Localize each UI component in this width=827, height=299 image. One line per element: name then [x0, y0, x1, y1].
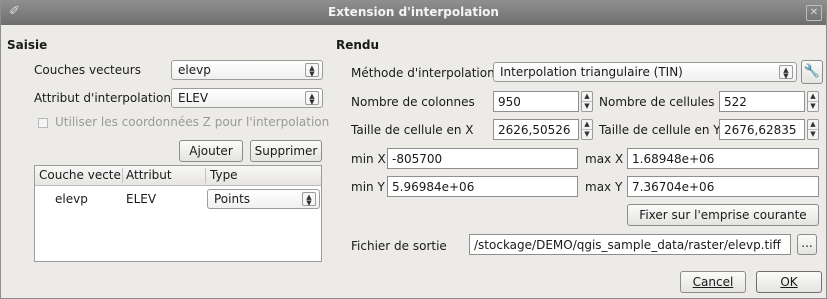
nombre-colonnes-label: Nombre de colonnes: [351, 95, 475, 109]
taille-cellule-x-spinner[interactable]: ▲ ▼: [581, 119, 593, 140]
saisie-section-title: Saisie: [7, 38, 48, 52]
row-type-combo[interactable]: Points ▲ ▼: [207, 189, 320, 209]
taille-cellule-x-label: Taille de cellule en X: [351, 123, 474, 137]
min-x-label: min X: [351, 152, 386, 166]
min-y-label: min Y: [351, 180, 385, 194]
column-header-couche[interactable]: Couche vecte: [39, 168, 121, 182]
attribut-interpolation-label: Attribut d'interpolation: [34, 91, 171, 105]
min-x-value: -805700: [392, 152, 443, 166]
max-y-label: max Y: [585, 180, 623, 194]
max-x-field[interactable]: 1.68948e+06: [627, 148, 819, 169]
fichier-sortie-field[interactable]: /stockage/DEMO/qgis_sample_data/raster/e…: [469, 234, 791, 255]
max-y-field[interactable]: 7.36704e+06: [627, 176, 819, 197]
cancel-button[interactable]: Cancel: [680, 271, 746, 293]
min-x-field[interactable]: -805700: [387, 148, 578, 169]
title-bar: ✐ Extension d'interpolation ✕: [1, 1, 826, 25]
combo-arrows-icon: ▲ ▼: [302, 192, 316, 207]
ok-button-label: OK: [780, 275, 798, 289]
methode-interpolation-label: Méthode d'interpolation: [351, 66, 495, 80]
max-x-label: max X: [585, 152, 624, 166]
fixer-emprise-button[interactable]: Fixer sur l'emprise courante: [627, 204, 819, 226]
table-header: Couche vecte Attribut Type: [35, 166, 321, 186]
nombre-cellules-field[interactable]: 522: [719, 91, 805, 112]
ok-button[interactable]: OK: [756, 271, 822, 293]
combo-arrows-icon: ▲ ▼: [779, 65, 793, 80]
couches-vecteurs-value: elevp: [178, 63, 211, 77]
row-couche-cell: elevp: [55, 192, 88, 206]
use-z-checkbox[interactable]: [38, 118, 48, 128]
nombre-colonnes-spinner[interactable]: ▲ ▼: [581, 91, 593, 112]
taille-cellule-x-field[interactable]: 2626,50526: [493, 119, 579, 140]
taille-cellule-y-field[interactable]: 2676,62835: [719, 119, 805, 140]
fichier-sortie-value: /stockage/DEMO/qgis_sample_data/raster/e…: [474, 238, 781, 252]
nombre-cellules-label: Nombre de cellules: [599, 95, 715, 109]
combo-arrows-icon: ▲ ▼: [305, 63, 319, 78]
methode-interpolation-combo[interactable]: Interpolation triangulaire (TIN) ▲ ▼: [493, 62, 797, 82]
attribut-interpolation-value: ELEV: [178, 91, 209, 105]
couches-vecteurs-combo[interactable]: elevp ▲ ▼: [171, 60, 323, 80]
table-row[interactable]: elevp ELEV Points ▲ ▼: [35, 188, 321, 212]
use-z-label: Utiliser les coordonnées Z pour l'interp…: [55, 115, 330, 129]
min-y-value: 5.96984e+06: [392, 180, 475, 194]
ajouter-button[interactable]: Ajouter: [179, 140, 243, 162]
taille-cellule-y-label: Taille de cellule en Y: [599, 123, 721, 137]
taille-cellule-y-spinner[interactable]: ▲ ▼: [807, 119, 819, 140]
attribut-interpolation-combo[interactable]: ELEV ▲ ▼: [171, 88, 323, 108]
interpolation-dialog: ✐ Extension d'interpolation ✕ Saisie Cou…: [0, 0, 827, 299]
nombre-cellules-spinner[interactable]: ▲ ▼: [807, 91, 819, 112]
combo-arrows-icon: ▲ ▼: [305, 91, 319, 106]
nombre-cellules-value: 522: [724, 95, 747, 109]
rendu-section-title: Rendu: [336, 38, 380, 52]
max-x-value: 1.68948e+06: [632, 152, 715, 166]
browse-button[interactable]: ...: [797, 234, 817, 255]
row-type-value: Points: [214, 192, 251, 206]
window-title: Extension d'interpolation: [328, 5, 499, 19]
column-separator: [205, 168, 206, 183]
close-icon[interactable]: ✕: [806, 5, 822, 21]
supprimer-button[interactable]: Supprimer: [250, 140, 322, 162]
couches-vecteurs-label: Couches vecteurs: [34, 63, 141, 77]
cancel-button-label: Cancel: [692, 275, 734, 289]
column-header-attribut[interactable]: Attribut: [126, 168, 172, 182]
layers-table[interactable]: Couche vecte Attribut Type elevp ELEV Po…: [34, 165, 322, 262]
min-y-field[interactable]: 5.96984e+06: [387, 176, 578, 197]
taille-cellule-x-value: 2626,50526: [498, 123, 571, 137]
fichier-sortie-label: Fichier de sortie: [351, 239, 447, 253]
row-attribut-cell: ELEV: [126, 192, 157, 206]
nombre-colonnes-value: 950: [498, 95, 521, 109]
taille-cellule-y-value: 2676,62835: [724, 123, 797, 137]
max-y-value: 7.36704e+06: [632, 180, 715, 194]
column-separator: [122, 168, 123, 183]
column-header-type[interactable]: Type: [210, 168, 238, 182]
nombre-colonnes-field[interactable]: 950: [493, 91, 579, 112]
methode-interpolation-value: Interpolation triangulaire (TIN): [500, 65, 683, 79]
wrench-icon[interactable]: 🔧: [801, 60, 823, 84]
